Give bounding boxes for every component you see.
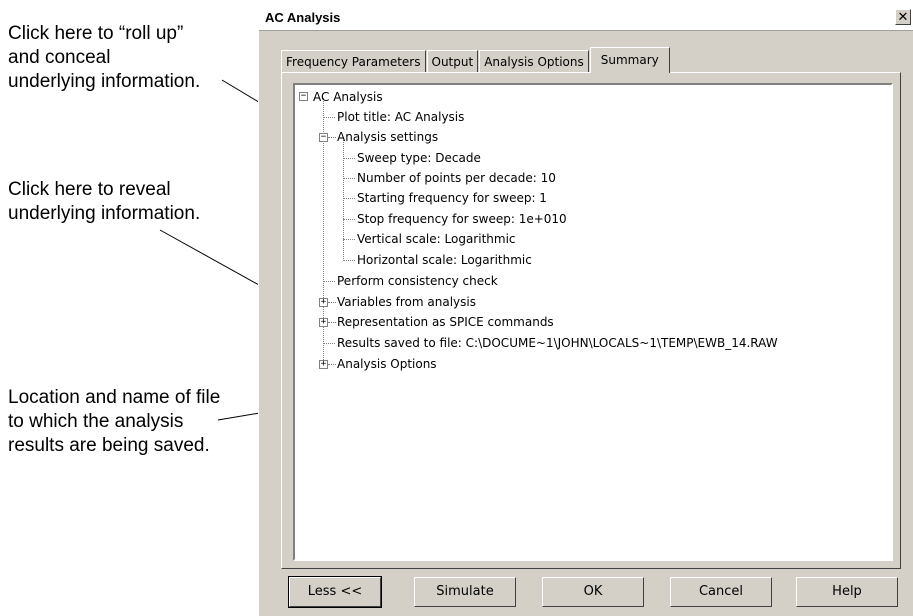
tab-output[interactable]: Output bbox=[426, 50, 479, 72]
less-button[interactable]: Less << bbox=[288, 576, 382, 608]
tree-node-spice-commands[interactable]: Representation as SPICE commands bbox=[337, 315, 554, 329]
tree-node-variables[interactable]: Variables from analysis bbox=[337, 295, 476, 309]
callout-location-text: Location and name of file to which the a… bbox=[8, 387, 221, 456]
tree-node-start-frequency[interactable]: Starting frequency for sweep: 1 bbox=[357, 191, 547, 205]
ac-analysis-dialog: AC Analysis ✕ Frequency Parameters Outpu… bbox=[258, 4, 913, 616]
tree-connector bbox=[343, 178, 355, 179]
summary-tree[interactable]: − AC Analysis Plot title: AC Analysis − … bbox=[293, 83, 893, 561]
tree-node-analysis-settings[interactable]: Analysis settings bbox=[337, 130, 438, 144]
tree-node-stop-frequency[interactable]: Stop frequency for sweep: 1e+010 bbox=[357, 212, 567, 226]
tree-connector bbox=[343, 219, 355, 220]
tree-node-plot-title[interactable]: Plot title: AC Analysis bbox=[337, 110, 464, 124]
callout-rollup-text: Click here to “roll up” and conceal unde… bbox=[8, 23, 201, 92]
tab-analysis-options[interactable]: Analysis Options bbox=[479, 50, 589, 72]
tree-connector bbox=[343, 158, 355, 159]
tree-connector bbox=[343, 239, 355, 240]
tree-node-analysis-options[interactable]: Analysis Options bbox=[337, 357, 437, 371]
tree-connector bbox=[343, 260, 355, 261]
tree-node-results-file[interactable]: Results saved to file: C:\DOCUME~1\JOHN\… bbox=[337, 336, 778, 350]
tree-connector bbox=[328, 364, 336, 365]
expand-spice-icon[interactable]: + bbox=[319, 318, 328, 327]
tree-node-sweep-type[interactable]: Sweep type: Decade bbox=[357, 151, 481, 165]
tree-connector bbox=[323, 281, 335, 282]
window-title: AC Analysis bbox=[265, 10, 341, 25]
tree-connector bbox=[328, 322, 336, 323]
tree-connector bbox=[328, 302, 336, 303]
tree-connector bbox=[343, 198, 355, 199]
tree-node-points-per-decade[interactable]: Number of points per decade: 10 bbox=[357, 171, 556, 185]
tree-node-consistency-check[interactable]: Perform consistency check bbox=[337, 274, 498, 288]
tree-connector bbox=[328, 137, 336, 138]
tree-node-vertical-scale[interactable]: Vertical scale: Logarithmic bbox=[357, 232, 516, 246]
cancel-button[interactable]: Cancel bbox=[670, 577, 772, 607]
collapse-root-icon[interactable]: − bbox=[299, 92, 308, 101]
tab-frequency-parameters[interactable]: Frequency Parameters bbox=[281, 50, 426, 72]
tree-node-root[interactable]: AC Analysis bbox=[313, 90, 383, 104]
close-icon[interactable]: ✕ bbox=[895, 9, 911, 25]
expand-analysis-options-icon[interactable]: + bbox=[319, 360, 328, 369]
tree-node-horizontal-scale[interactable]: Horizontal scale: Logarithmic bbox=[357, 253, 532, 267]
simulate-button[interactable]: Simulate bbox=[414, 577, 516, 607]
help-button[interactable]: Help bbox=[796, 577, 898, 607]
collapse-analysis-settings-icon[interactable]: − bbox=[319, 133, 328, 142]
title-bar: AC Analysis ✕ bbox=[259, 5, 913, 31]
tab-strip: Frequency Parameters Output Analysis Opt… bbox=[281, 47, 671, 73]
expand-variables-icon[interactable]: + bbox=[319, 298, 328, 307]
callout-reveal-text: Click here to reveal underlying informat… bbox=[8, 179, 201, 224]
tree-connector bbox=[323, 343, 335, 344]
ok-button[interactable]: OK bbox=[542, 577, 644, 607]
tab-summary[interactable]: Summary bbox=[589, 47, 670, 73]
tree-connector bbox=[323, 117, 335, 118]
